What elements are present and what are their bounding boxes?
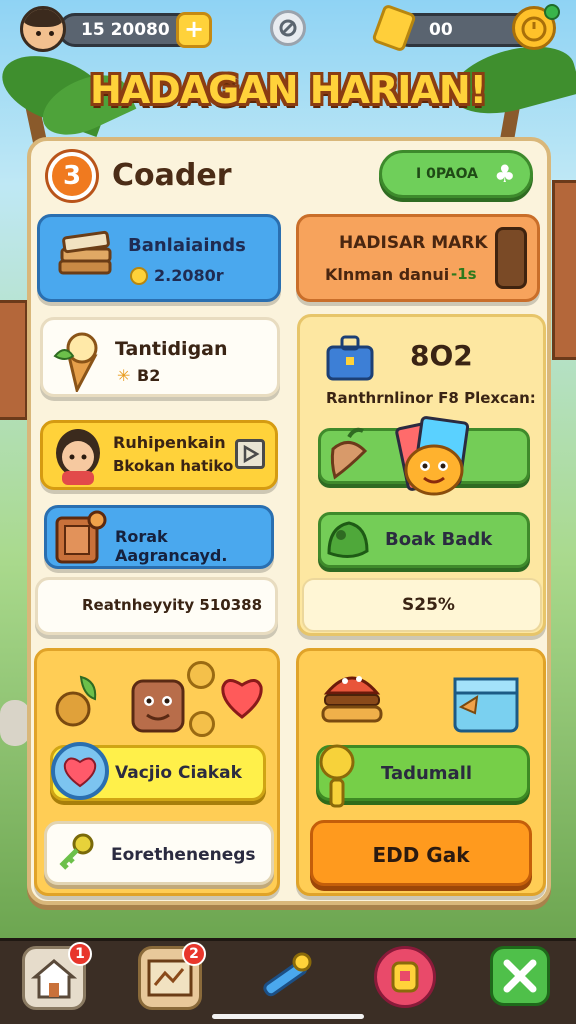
chest-card[interactable]: Rorak Aagrancayd. xyxy=(44,505,274,569)
burger-icon xyxy=(317,663,387,729)
wrench-icon xyxy=(263,952,312,997)
mascot-icon xyxy=(388,416,480,502)
buy-orange-label: EDD Gak xyxy=(372,843,470,867)
profile-task-card[interactable]: Ruhipenkain Bkokan hatiko xyxy=(40,420,278,490)
top-bar: 15 20080 + 00 xyxy=(0,0,576,60)
icecream-card-value: B2 xyxy=(137,366,161,385)
coin-icon xyxy=(130,267,148,285)
medal-icon xyxy=(313,734,363,812)
shop-bag-icon xyxy=(391,961,419,993)
nav-tools-button[interactable] xyxy=(254,946,318,1010)
key-icon xyxy=(53,830,99,876)
market-card[interactable]: HADISAR MARK Klnman danui -1s xyxy=(296,214,540,302)
market-card-tag: -1s xyxy=(451,265,477,283)
books-icon xyxy=(54,227,116,289)
coin-count: 15 20080 xyxy=(81,20,170,40)
frog-icon xyxy=(323,513,373,565)
icecream-icon xyxy=(51,326,109,395)
heart-icon xyxy=(217,673,267,721)
event-percent-row: S25% xyxy=(302,578,542,632)
panel-title: Coader xyxy=(112,158,232,193)
gem-count: 00 xyxy=(429,20,453,40)
robot-icon xyxy=(125,671,191,737)
home-indicator xyxy=(212,1014,364,1019)
home-badge: 1 xyxy=(68,942,92,966)
map-badge: 2 xyxy=(182,942,206,966)
clover-icon: ♣ xyxy=(494,160,516,188)
claim-yellow-button[interactable]: Vacjio Ciakak xyxy=(50,742,266,801)
reward-info-card: Reatnheyyity 510388 xyxy=(35,577,278,635)
books-card[interactable]: Banlaiainds 2.2080r xyxy=(37,214,281,302)
nav-close-button[interactable] xyxy=(490,946,550,1006)
bg-house-left xyxy=(0,300,28,420)
player-avatar[interactable] xyxy=(20,6,66,52)
star-icon: ✳ xyxy=(117,366,131,385)
settings-icon[interactable] xyxy=(270,10,306,46)
toolbox-icon xyxy=(322,329,378,385)
gold-coin-icon xyxy=(187,661,215,689)
page-title: HADAGAN HARIAN! xyxy=(90,68,487,112)
bg-rock xyxy=(0,700,30,746)
event-description: Ranthrnlinor F8 Plexcan: xyxy=(326,389,536,407)
books-card-title: Banlaiainds xyxy=(128,235,246,256)
buy-orange-button[interactable]: EDD Gak xyxy=(310,820,532,886)
chest-card-title: Rorak Aagrancayd. xyxy=(115,527,228,565)
collect-white-label: Eorethenenegs xyxy=(111,845,256,865)
add-coins-button[interactable]: + xyxy=(176,12,212,48)
play-icon[interactable] xyxy=(235,439,265,469)
claim-green-button[interactable]: Tadumall xyxy=(316,744,530,808)
books-card-value: 2.2080r xyxy=(154,266,224,285)
bg-house-right xyxy=(552,180,576,360)
gift-box-icon xyxy=(447,667,527,737)
level-badge: 3 xyxy=(48,152,96,200)
icecream-card[interactable]: Tantidigan ✳ B2 xyxy=(40,317,280,397)
barrel-icon xyxy=(495,227,527,289)
event-percent: S25% xyxy=(402,595,455,615)
close-icon xyxy=(503,959,537,993)
claim-yellow-label: Vacjio Ciakak xyxy=(115,763,242,783)
event-number: 8O2 xyxy=(410,339,473,372)
collect-white-button[interactable]: Eorethenenegs xyxy=(44,821,274,885)
gold-coin-icon xyxy=(189,711,215,737)
event-row-b[interactable]: Boak Badk xyxy=(318,512,530,568)
icecream-card-title: Tantidigan xyxy=(115,338,228,360)
claim-green-label: Tadumall xyxy=(381,763,473,784)
market-card-title: HADISAR MARK xyxy=(339,233,488,253)
coin-stack-icon xyxy=(51,669,101,731)
girl-avatar-icon xyxy=(53,427,103,485)
profile-task-title: Ruhipenkain xyxy=(113,433,226,452)
reward-pill-label: I 0PAOA xyxy=(416,166,478,182)
radish-icon xyxy=(325,427,371,483)
profile-task-subtitle: Bkokan hatiko xyxy=(113,457,234,475)
heart-badge-icon xyxy=(51,742,109,800)
notification-dot xyxy=(544,4,560,20)
market-card-subtitle: Klnman danui xyxy=(325,265,450,284)
chest-icon xyxy=(51,506,107,568)
nav-shop-button[interactable] xyxy=(374,946,436,1008)
reward-info-text: Reatnheyyity 510388 xyxy=(82,596,263,614)
event-row-b-label: Boak Badk xyxy=(385,529,493,550)
